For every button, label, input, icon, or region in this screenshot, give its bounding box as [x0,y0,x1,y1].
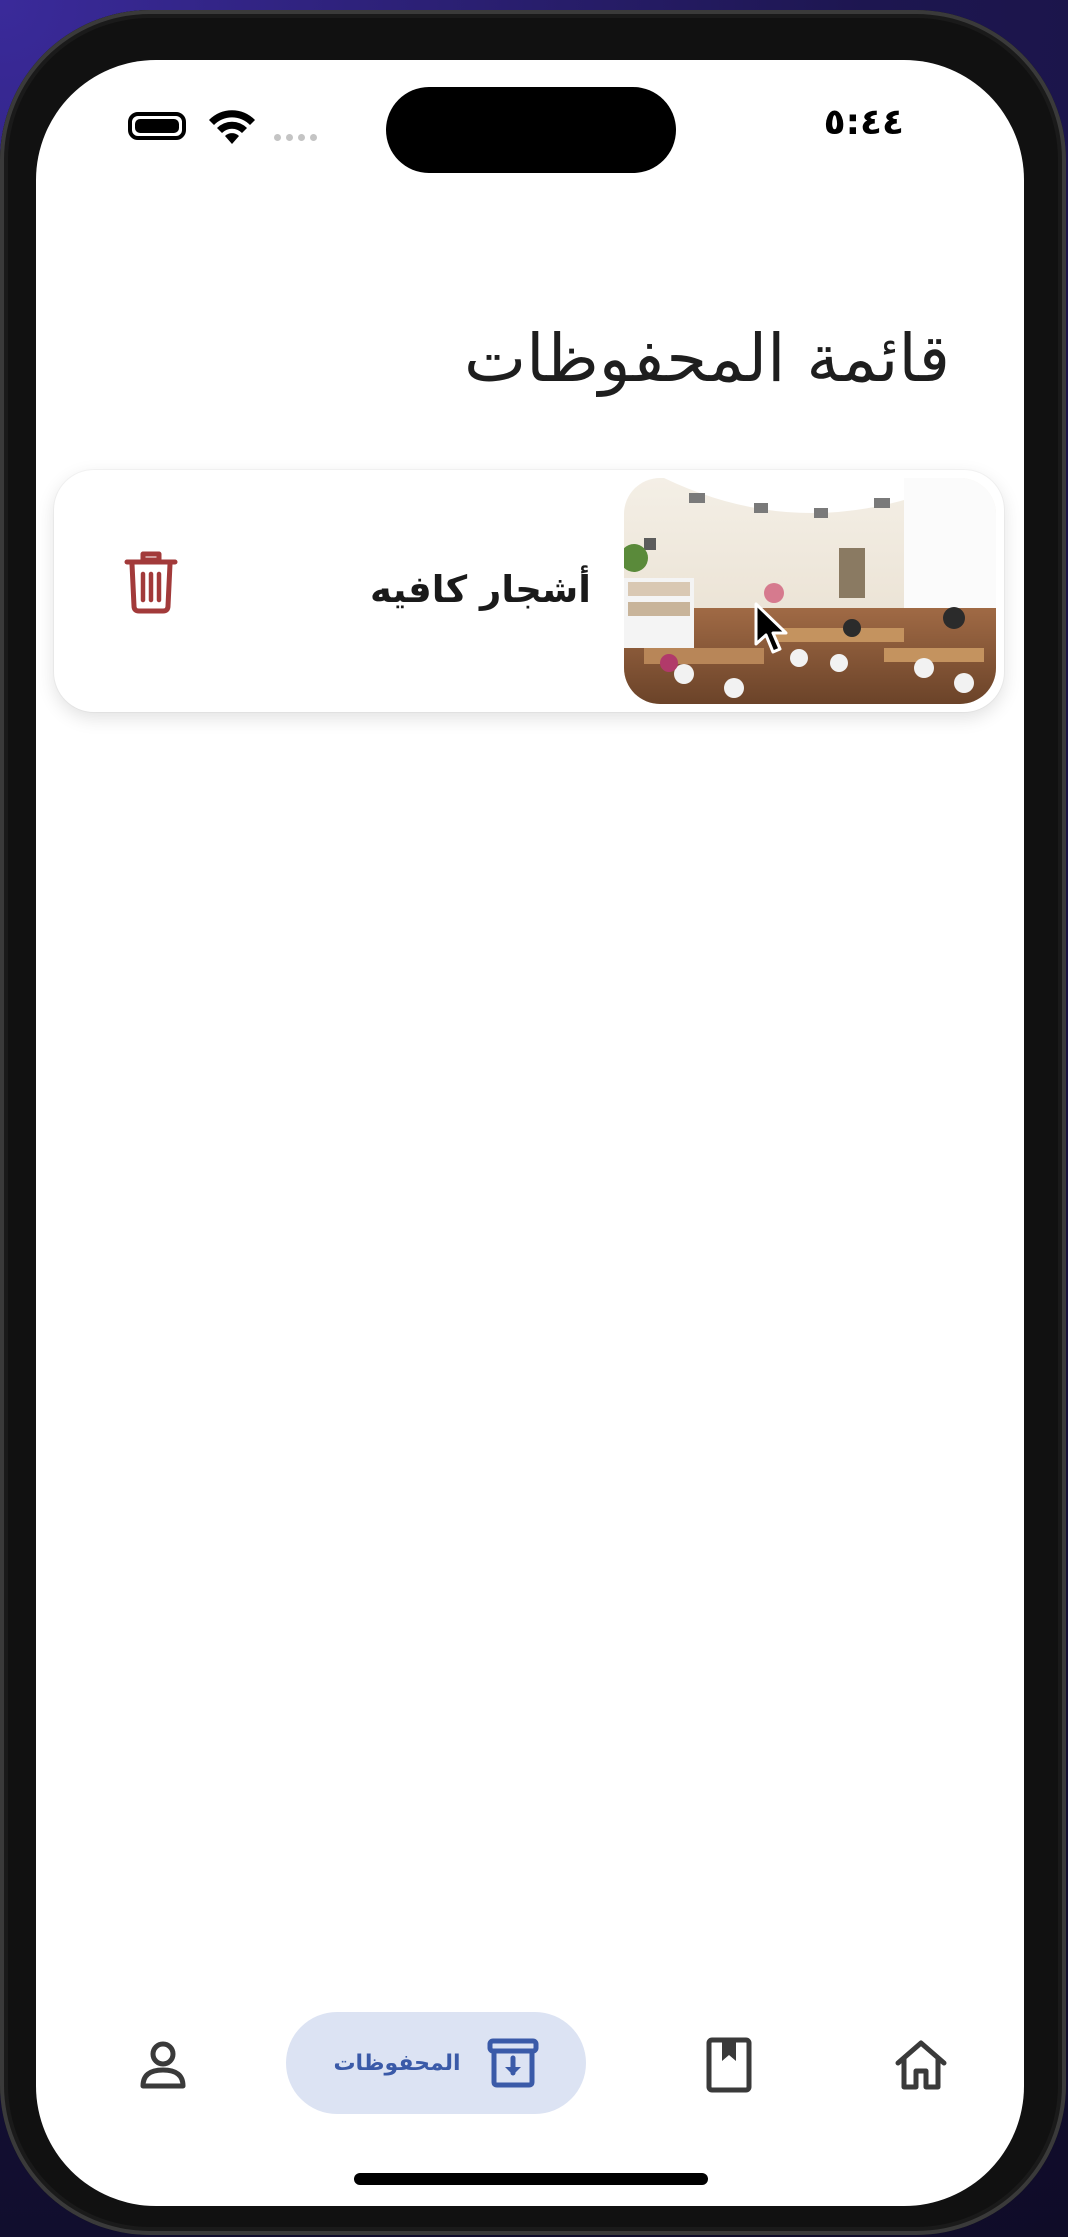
nav-saved-label: المحفوظات [333,2050,461,2076]
user-icon [140,2041,186,2089]
nav-home-button[interactable] [886,2030,956,2100]
cafe-photo[interactable] [624,478,996,704]
wifi-icon [209,110,255,144]
nav-saved-button[interactable]: المحفوظات [286,2012,586,2114]
nav-profile-button[interactable] [128,2030,198,2100]
nav-bookmark-button[interactable] [694,2030,764,2100]
saved-item-card[interactable]: أشجار كافيه [54,470,1004,712]
dynamic-island [386,87,676,173]
archive-download-icon [487,2038,539,2088]
battery-icon [128,112,186,140]
app-screen: ٥:٤٤ قائمة المحفوظات أشجار كافيه المحفوظ… [36,60,1024,2206]
home-indicator[interactable] [354,2173,708,2185]
cellular-signal-icon [274,134,317,141]
bookmark-icon [706,2037,752,2093]
status-time: ٥:٤٤ [823,102,904,143]
phone-frame: ٥:٤٤ قائمة المحفوظات أشجار كافيه المحفوظ… [0,10,1066,2235]
page-title: قائمة المحفوظات [463,320,950,397]
mouse-cursor-icon [754,602,788,654]
home-icon [895,2040,947,2090]
trash-icon[interactable] [124,550,178,614]
saved-item-name[interactable]: أشجار كافيه [370,568,591,611]
